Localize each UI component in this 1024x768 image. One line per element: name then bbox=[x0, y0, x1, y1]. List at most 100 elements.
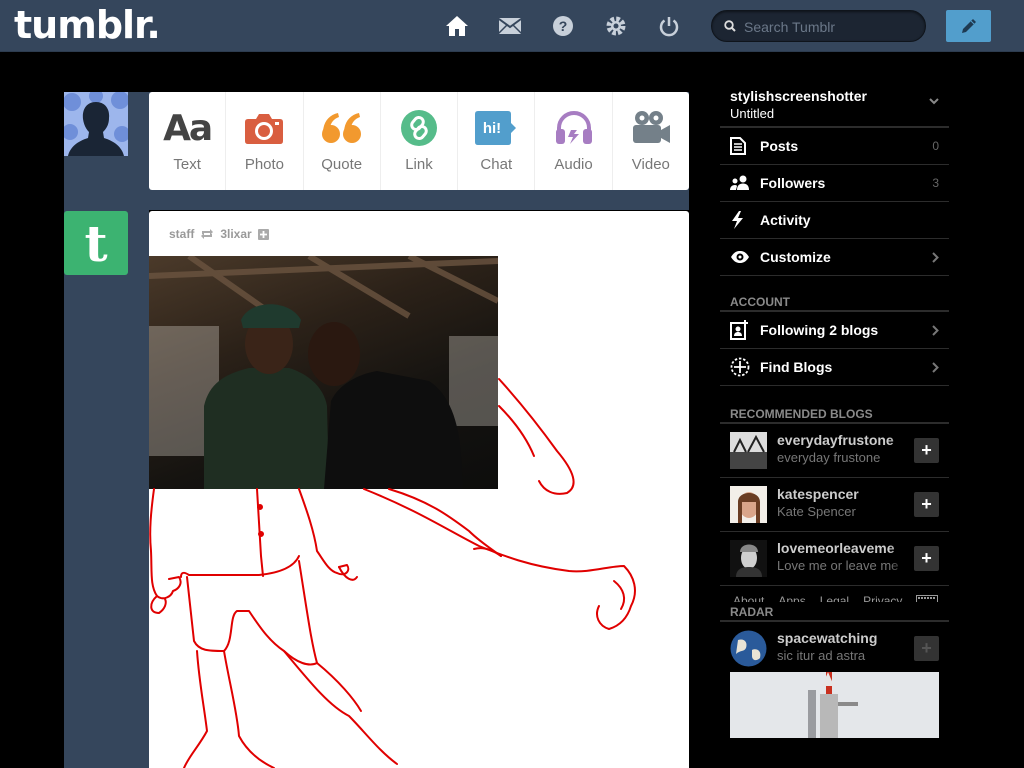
footer-links: About Apps Legal Privacy bbox=[720, 586, 949, 602]
post-type-link[interactable]: Link bbox=[381, 92, 459, 190]
sidebar-item-label: Following 2 blogs bbox=[760, 322, 879, 338]
recommended-blog-item[interactable]: lovemeorleaveme Love me or leave me + bbox=[720, 532, 949, 586]
post-type-label: Quote bbox=[321, 156, 363, 173]
post-type-audio[interactable]: Audio bbox=[535, 92, 613, 190]
mail-icon[interactable] bbox=[496, 12, 524, 40]
headphones-icon bbox=[554, 108, 594, 148]
radar-blog-item[interactable]: spacewatching sic itur ad astra + bbox=[720, 622, 949, 672]
footer-link-legal[interactable]: Legal bbox=[820, 594, 849, 602]
staff-avatar-letter: t bbox=[84, 213, 108, 273]
followers-count: 3 bbox=[932, 176, 939, 190]
footer-link-apps[interactable]: Apps bbox=[778, 594, 805, 602]
post-avatar-strip bbox=[64, 210, 149, 768]
chevron-right-icon bbox=[932, 362, 939, 373]
link-icon bbox=[400, 108, 438, 148]
post-type-label: Chat bbox=[480, 156, 513, 173]
post-type-chat[interactable]: hi! Chat bbox=[458, 92, 536, 190]
search-input[interactable] bbox=[744, 17, 914, 37]
right-sidebar: stylishscreenshotter Untitled Posts 0 Fo… bbox=[720, 80, 949, 738]
tumblr-logo[interactable]: tumblr. bbox=[14, 3, 161, 47]
recommended-blog-name: everydayfrustone bbox=[777, 432, 894, 448]
compose-button[interactable] bbox=[946, 10, 991, 42]
chat-icon: hi! bbox=[475, 108, 517, 148]
staff-avatar[interactable]: t bbox=[64, 211, 128, 275]
recommended-section-title: RECOMMENDED BLOGS bbox=[720, 404, 949, 424]
radar-blog-name: spacewatching bbox=[777, 630, 878, 646]
top-navigation-bar: tumblr. ? bbox=[0, 0, 1024, 52]
dashboard-post: staff 3lixar bbox=[149, 211, 689, 768]
post-type-bar: Aa Text Photo Quote Link hi! Chat Audio bbox=[149, 92, 689, 190]
follow-button[interactable]: + bbox=[914, 492, 939, 517]
recommended-blog-title: everyday frustone bbox=[777, 450, 881, 465]
sidebar-item-label: Activity bbox=[760, 212, 811, 228]
post-type-label: Link bbox=[405, 156, 433, 173]
post-type-label: Text bbox=[173, 156, 201, 173]
footer-link-about[interactable]: About bbox=[733, 594, 764, 602]
sidebar-item-label: Customize bbox=[760, 249, 831, 265]
radar-section-title: RADAR bbox=[720, 602, 949, 622]
chevron-right-icon bbox=[932, 252, 939, 263]
power-icon[interactable] bbox=[655, 12, 683, 40]
video-camera-icon bbox=[631, 108, 671, 148]
sidebar-item-label: Followers bbox=[760, 175, 826, 191]
blog-header[interactable]: stylishscreenshotter Untitled bbox=[720, 80, 949, 128]
post-type-photo[interactable]: Photo bbox=[226, 92, 304, 190]
post-type-quote[interactable]: Quote bbox=[304, 92, 381, 190]
eye-icon bbox=[730, 250, 752, 264]
sidebar-item-posts[interactable]: Posts 0 bbox=[720, 128, 949, 165]
radar-photo[interactable] bbox=[730, 672, 939, 738]
sidebar-item-label: Posts bbox=[760, 138, 799, 154]
keyboard-icon[interactable] bbox=[916, 594, 939, 602]
sidebar-item-find-blogs[interactable]: Find Blogs bbox=[720, 349, 949, 386]
post-type-video[interactable]: Video bbox=[613, 92, 689, 190]
posts-count: 0 bbox=[932, 139, 939, 153]
blog-avatar bbox=[730, 432, 767, 469]
chevron-right-icon bbox=[932, 325, 939, 336]
blog-title: Untitled bbox=[730, 106, 775, 121]
blog-name[interactable]: stylishscreenshotter bbox=[730, 88, 867, 104]
user-avatar[interactable] bbox=[64, 92, 128, 156]
recommended-blog-title: Love me or leave me bbox=[777, 558, 899, 573]
person-add-icon bbox=[730, 320, 752, 340]
post-type-label: Audio bbox=[554, 156, 593, 173]
camera-icon bbox=[244, 108, 284, 148]
search-box bbox=[711, 10, 926, 42]
text-icon: Aa bbox=[163, 107, 213, 149]
recommended-blog-name: lovemeorleaveme bbox=[777, 540, 895, 556]
blog-avatar bbox=[730, 630, 767, 667]
chevron-down-icon[interactable] bbox=[929, 98, 939, 105]
sidebar-item-followers[interactable]: Followers 3 bbox=[720, 165, 949, 202]
recommended-blog-name: katespencer bbox=[777, 486, 859, 502]
follow-button[interactable]: + bbox=[914, 636, 939, 661]
follow-button[interactable]: + bbox=[914, 546, 939, 571]
blog-avatar bbox=[730, 486, 767, 523]
post-type-label: Photo bbox=[244, 156, 285, 173]
home-icon[interactable] bbox=[443, 12, 471, 40]
help-icon[interactable]: ? bbox=[549, 12, 577, 40]
footer-link-privacy[interactable]: Privacy bbox=[863, 594, 902, 602]
sidebar-item-customize[interactable]: Customize bbox=[720, 239, 949, 276]
post-type-label: Video bbox=[631, 156, 670, 173]
sidebar-item-activity[interactable]: Activity bbox=[720, 202, 949, 239]
compass-icon bbox=[730, 357, 752, 377]
lightning-icon bbox=[730, 211, 752, 229]
quote-icon bbox=[321, 108, 363, 148]
pencil-icon bbox=[961, 19, 976, 33]
account-section-title: ACCOUNT bbox=[720, 292, 949, 312]
svg-text:?: ? bbox=[559, 18, 568, 34]
sidebar-item-label: Find Blogs bbox=[760, 359, 833, 375]
sidebar-item-following[interactable]: Following 2 blogs bbox=[720, 312, 949, 349]
search-icon bbox=[724, 20, 736, 32]
recommended-blog-item[interactable]: everydayfrustone everyday frustone + bbox=[720, 424, 949, 478]
follow-button[interactable]: + bbox=[914, 438, 939, 463]
stick-figure-drawing bbox=[149, 378, 636, 768]
gear-icon[interactable] bbox=[602, 12, 630, 40]
post-type-text[interactable]: Aa Text bbox=[149, 92, 227, 190]
recommended-blog-title: Kate Spencer bbox=[777, 504, 856, 519]
recommended-blog-item[interactable]: katespencer Kate Spencer + bbox=[720, 478, 949, 532]
chat-bubble-text: hi! bbox=[483, 120, 501, 137]
radar-blog-title: sic itur ad astra bbox=[777, 648, 866, 663]
blog-avatar bbox=[730, 540, 767, 577]
document-icon bbox=[730, 137, 752, 155]
